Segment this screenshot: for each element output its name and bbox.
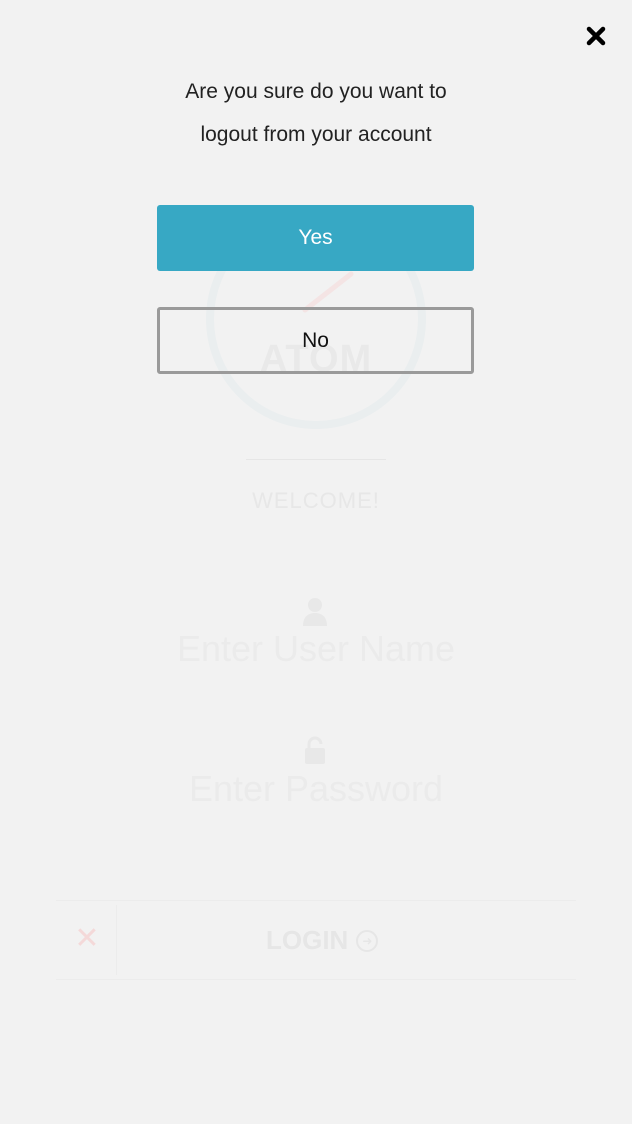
welcome-text: WELCOME! — [252, 488, 380, 513]
login-bar: ✕ LOGIN ➜ — [56, 900, 576, 980]
lock-icon — [303, 736, 327, 764]
login-button[interactable]: LOGIN ➜ — [266, 925, 379, 956]
login-screen-background: ATOM WELCOME! Enter User Name Enter Pass… — [0, 0, 632, 1124]
close-icon[interactable] — [584, 24, 608, 48]
login-label: LOGIN — [266, 925, 349, 955]
yes-button[interactable]: Yes — [157, 205, 474, 271]
user-icon — [302, 596, 328, 626]
message-line-2: logout from your account — [200, 123, 432, 146]
logout-confirm-message: Are you sure do you want to logout from … — [96, 70, 536, 156]
arrow-right-circle-icon: ➜ — [356, 929, 379, 952]
cancel-icon[interactable]: ✕ — [74, 923, 100, 955]
username-field[interactable]: Enter User Name — [0, 628, 632, 670]
message-line-1: Are you sure do you want to — [185, 80, 447, 103]
password-field[interactable]: Enter Password — [0, 768, 632, 810]
divider — [246, 459, 386, 460]
bar-separator — [116, 905, 117, 975]
no-button[interactable]: No — [157, 307, 474, 374]
